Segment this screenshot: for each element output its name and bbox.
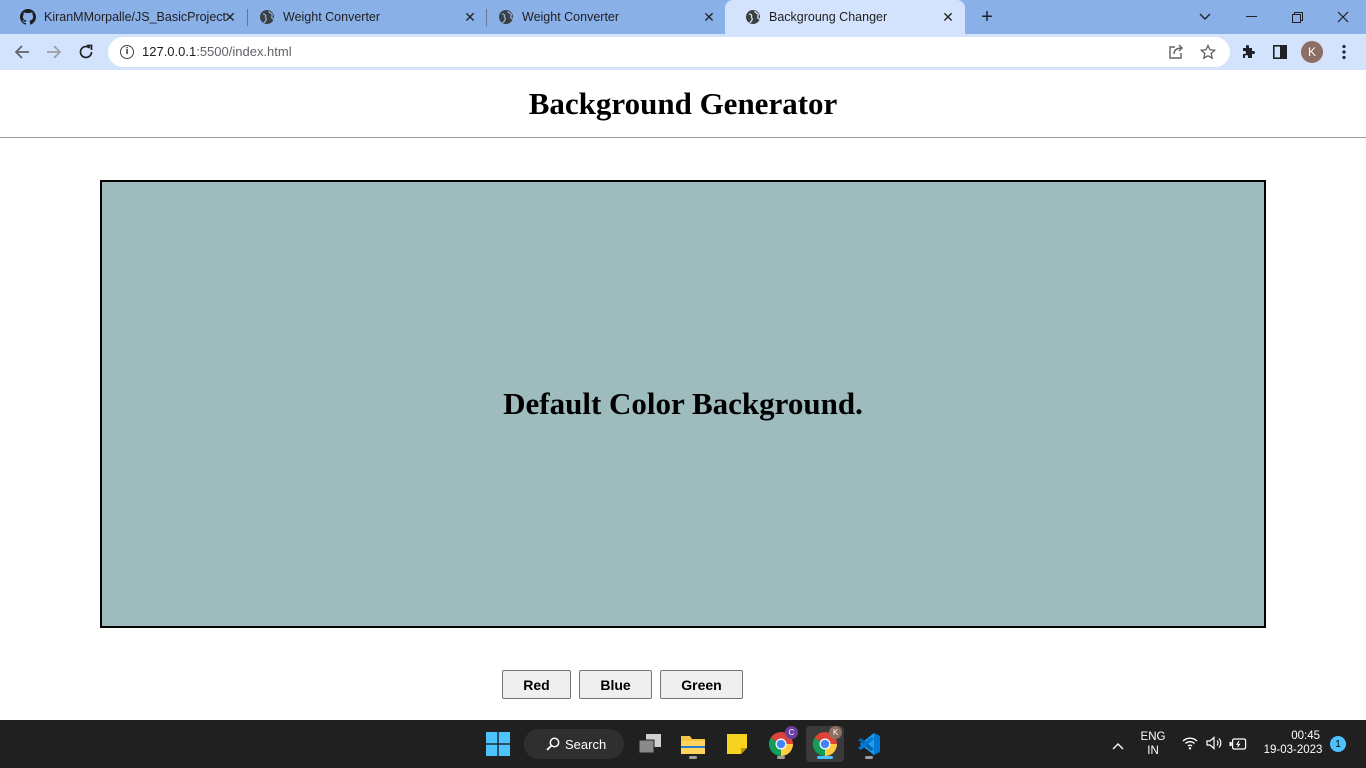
sticky-note-icon <box>727 734 747 754</box>
side-panel-icon[interactable] <box>1270 42 1290 62</box>
tab-title: Backgroung Changer <box>769 10 888 24</box>
profile-avatar[interactable]: K <box>1301 41 1323 63</box>
tab-title: KiranMMorpalle/JS_BasicProject <box>44 10 227 24</box>
search-icon <box>546 737 560 751</box>
arrow-right-icon <box>47 45 62 59</box>
tab-title: Weight Converter <box>283 10 381 24</box>
windows-logo-icon <box>486 732 510 756</box>
reload-button[interactable] <box>74 40 98 64</box>
profile-badge: C <box>785 726 798 739</box>
region-code: IN <box>1147 745 1159 757</box>
restore-button[interactable] <box>1274 0 1320 34</box>
bookmark-star-icon[interactable] <box>1200 44 1216 60</box>
wifi-icon[interactable] <box>1182 736 1198 755</box>
extensions-puzzle-icon[interactable] <box>1238 42 1258 62</box>
share-icon[interactable] <box>1168 44 1184 60</box>
address-bar[interactable]: i 127.0.0.1:5500/index.html <box>108 37 1230 67</box>
url-text[interactable]: 127.0.0.1:5500/index.html <box>142 44 292 59</box>
file-explorer-button[interactable] <box>674 726 712 762</box>
arrow-left-icon <box>14 45 29 59</box>
close-icon[interactable]: ✕ <box>941 9 955 25</box>
battery-icon[interactable] <box>1229 737 1247 755</box>
tab-weight-converter-2[interactable]: Weight Converter ✕ <box>478 0 726 34</box>
new-tab-button[interactable]: + <box>976 6 998 28</box>
page-title: Background Generator <box>528 86 838 121</box>
language-indicator[interactable]: ENG IN <box>1137 730 1169 758</box>
color-display-box: Default Color Background. <box>100 180 1266 628</box>
close-window-button[interactable] <box>1320 0 1366 34</box>
red-button[interactable]: Red <box>502 670 571 699</box>
chrome-profile-k-button[interactable]: K <box>806 726 844 762</box>
globe-icon <box>499 10 514 24</box>
globe-icon <box>746 10 761 24</box>
chevron-down-icon <box>1199 13 1211 20</box>
taskbar-search[interactable]: Search <box>524 729 624 759</box>
restore-icon <box>1291 11 1303 23</box>
tab-github[interactable]: KiranMMorpalle/JS_BasicProject ✕ <box>0 0 247 34</box>
minimize-button[interactable] <box>1228 0 1274 34</box>
vscode-button[interactable] <box>850 726 888 762</box>
windows-taskbar: Search C K ENG IN 00:45 19-03-2023 <box>0 720 1366 768</box>
url-host: 127.0.0.1 <box>142 44 197 59</box>
show-hidden-icons-chevron-up-icon[interactable] <box>1112 737 1124 755</box>
task-view-button[interactable] <box>631 726 669 762</box>
minimize-icon <box>1245 16 1257 17</box>
active-indicator <box>817 756 833 759</box>
running-indicator <box>777 756 785 759</box>
back-button[interactable] <box>10 40 34 64</box>
reload-icon <box>79 44 93 59</box>
page-content: Background Generator Default Color Backg… <box>0 70 1366 720</box>
color-box-label: Default Color Background. <box>503 386 863 421</box>
task-view-icon <box>638 734 661 754</box>
close-icon <box>1337 11 1349 23</box>
clock-time: 00:45 <box>1291 730 1320 742</box>
tab-weight-converter-1[interactable]: Weight Converter ✕ <box>239 0 487 34</box>
vscode-icon <box>858 733 880 755</box>
folder-icon <box>681 736 705 754</box>
divider <box>0 137 1366 138</box>
language-code: ENG <box>1140 731 1166 743</box>
start-button[interactable] <box>479 726 517 762</box>
tab-search-button[interactable] <box>1182 0 1228 34</box>
sticky-notes-button[interactable] <box>718 726 756 762</box>
blue-button[interactable]: Blue <box>579 670 652 699</box>
chrome-profile-c-button[interactable]: C <box>762 726 800 762</box>
tab-title: Weight Converter <box>522 10 620 24</box>
github-icon <box>20 9 36 25</box>
forward-button[interactable] <box>42 40 66 64</box>
close-icon[interactable]: ✕ <box>223 9 237 25</box>
notification-badge[interactable]: 1 <box>1330 736 1346 752</box>
tab-background-changer[interactable]: Backgroung Changer ✕ <box>725 0 965 34</box>
green-button[interactable]: Green <box>660 670 743 699</box>
menu-kebab-icon[interactable] <box>1334 42 1354 62</box>
close-icon[interactable]: ✕ <box>463 9 477 25</box>
globe-icon <box>260 10 275 24</box>
running-indicator <box>689 756 697 759</box>
profile-badge: K <box>829 726 842 739</box>
clock[interactable]: 00:45 19-03-2023 <box>1258 729 1328 757</box>
browser-toolbar: i 127.0.0.1:5500/index.html <box>0 34 1366 70</box>
clock-date: 19-03-2023 <box>1263 744 1323 756</box>
info-icon[interactable]: i <box>120 45 134 59</box>
close-icon[interactable]: ✕ <box>702 9 716 25</box>
search-label: Search <box>565 736 607 752</box>
running-indicator <box>865 756 873 759</box>
tab-strip: KiranMMorpalle/JS_BasicProject ✕ Weight … <box>0 0 1366 34</box>
url-path: :5500/index.html <box>196 44 292 59</box>
volume-icon[interactable] <box>1206 736 1222 755</box>
